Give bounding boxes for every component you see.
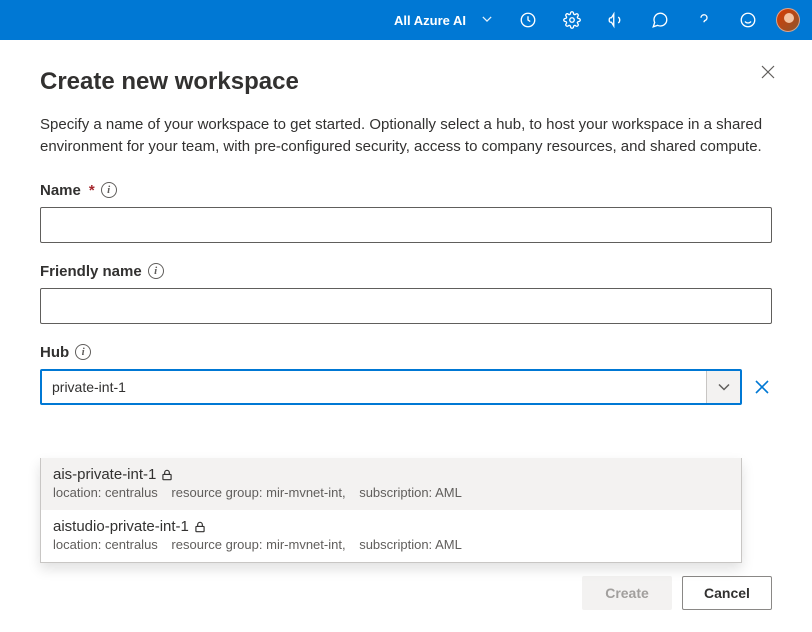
name-input[interactable] bbox=[40, 207, 772, 243]
friendly-name-input[interactable] bbox=[40, 288, 772, 324]
avatar[interactable] bbox=[776, 8, 800, 32]
lock-icon bbox=[160, 468, 174, 482]
help-icon[interactable] bbox=[688, 4, 720, 36]
chat-icon[interactable] bbox=[644, 4, 676, 36]
feedback-smile-icon[interactable] bbox=[732, 4, 764, 36]
friendly-name-label: Friendly name bbox=[40, 263, 142, 280]
hub-option-meta: location: centralus resource group: mir-… bbox=[53, 485, 729, 500]
close-icon[interactable] bbox=[760, 64, 776, 85]
create-button[interactable]: Create bbox=[582, 576, 672, 610]
hub-option[interactable]: aistudio-private-int-1 location: central… bbox=[41, 510, 741, 562]
megaphone-icon[interactable] bbox=[600, 4, 632, 36]
required-asterisk: * bbox=[89, 182, 95, 199]
hub-option-name: ais-private-int-1 bbox=[53, 466, 156, 483]
info-icon[interactable]: i bbox=[148, 263, 164, 279]
hub-dropdown-listbox: ais-private-int-1 location: centralus re… bbox=[40, 458, 742, 563]
field-name: Name * i bbox=[40, 182, 772, 243]
chevron-down-icon[interactable] bbox=[706, 371, 740, 403]
scope-selector-label[interactable]: All Azure AI bbox=[394, 13, 466, 28]
clock-icon[interactable] bbox=[512, 4, 544, 36]
panel-description: Specify a name of your workspace to get … bbox=[40, 114, 772, 158]
hub-option-meta: location: centralus resource group: mir-… bbox=[53, 537, 729, 552]
topbar: All Azure AI bbox=[0, 0, 812, 40]
hub-label: Hub bbox=[40, 344, 69, 361]
hub-input[interactable] bbox=[42, 371, 706, 403]
name-label: Name bbox=[40, 182, 81, 199]
panel-title: Create new workspace bbox=[40, 68, 772, 96]
clear-hub-icon[interactable] bbox=[752, 377, 772, 397]
chevron-down-icon[interactable] bbox=[482, 11, 492, 29]
panel-footer: Create Cancel bbox=[582, 576, 772, 610]
info-icon[interactable]: i bbox=[75, 344, 91, 360]
cancel-button[interactable]: Cancel bbox=[682, 576, 772, 610]
hub-combobox[interactable] bbox=[40, 369, 742, 405]
gear-icon[interactable] bbox=[556, 4, 588, 36]
info-icon[interactable]: i bbox=[101, 182, 117, 198]
field-friendly-name: Friendly name i bbox=[40, 263, 772, 324]
create-workspace-panel: Create new workspace Specify a name of y… bbox=[0, 40, 812, 445]
hub-option[interactable]: ais-private-int-1 location: centralus re… bbox=[41, 458, 741, 510]
lock-icon bbox=[193, 520, 207, 534]
field-hub: Hub i bbox=[40, 344, 772, 405]
hub-option-name: aistudio-private-int-1 bbox=[53, 518, 189, 535]
